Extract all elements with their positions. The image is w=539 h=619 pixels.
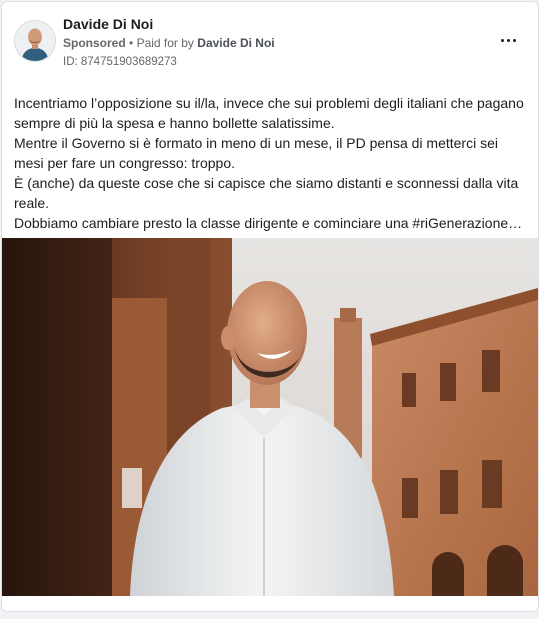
more-options-button[interactable] [496, 30, 520, 50]
post-body-line: Mentre il Governo si è formato in meno d… [14, 135, 498, 171]
post-body-line: È (anche) da queste cose che si capisce … [14, 175, 519, 211]
sponsored-label[interactable]: Sponsored [63, 36, 126, 50]
sponsored-post-card: Davide Di Noi Sponsored • Paid for by Da… [1, 1, 539, 612]
post-header: Davide Di Noi Sponsored • Paid for by Da… [2, 2, 538, 82]
ad-id: ID: 874751903689273 [63, 56, 177, 68]
more-horizontal-icon [499, 38, 517, 42]
meta-separator: • [129, 36, 134, 50]
post-image[interactable] [2, 238, 538, 596]
avatar[interactable] [14, 20, 56, 62]
post-body-line: Incentriamo l’opposizione su il/la, inve… [14, 95, 524, 131]
post-photo [2, 238, 538, 596]
post-body: Incentriamo l’opposizione su il/la, inve… [14, 93, 529, 233]
author-name[interactable]: Davide Di Noi [63, 16, 153, 32]
post-body-line[interactable]: Dobbiamo cambiare presto la classe dirig… [14, 213, 529, 233]
paid-for-by-name[interactable]: Davide Di Noi [197, 36, 274, 50]
sponsor-info: Sponsored • Paid for by Davide Di Noi [63, 36, 275, 50]
paid-for-prefix: Paid for by [136, 36, 194, 50]
avatar-image [15, 21, 55, 61]
